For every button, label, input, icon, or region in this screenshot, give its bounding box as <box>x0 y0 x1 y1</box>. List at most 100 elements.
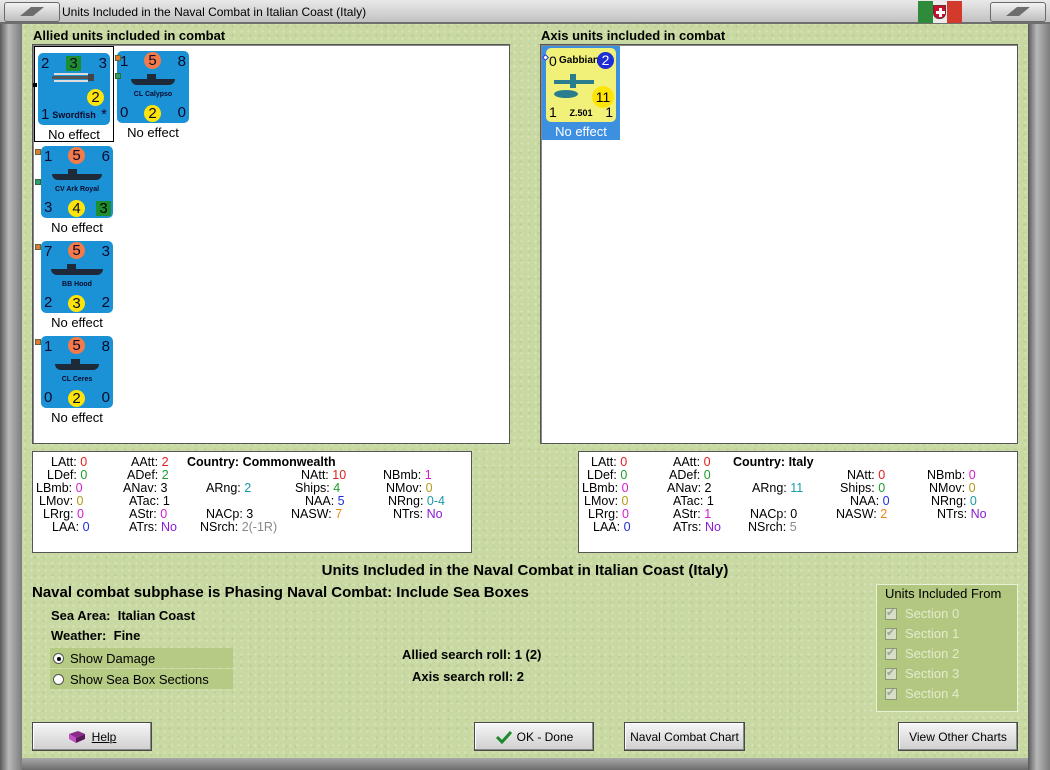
stat-top-square: 3 <box>66 56 81 71</box>
system-menu-button[interactable] <box>4 2 60 22</box>
stat-lmov: LMov: 0 <box>39 494 84 508</box>
stat-atrs: ATrs: No <box>129 520 177 534</box>
stat-nacp: NACp: 3 <box>206 507 254 521</box>
show-damage-label: Show Damage <box>70 650 156 666</box>
window-title: Units Included in the Naval Combat in It… <box>62 5 367 19</box>
section-1-checkbox[interactable]: Section 1 <box>885 626 959 641</box>
unit-swordfish[interactable]: 2 3 3 2 1 * Swordfish No effect <box>34 46 114 142</box>
radio-unselected-icon[interactable] <box>53 673 64 685</box>
help-button[interactable]: Help <box>32 722 152 751</box>
stat-tr: 8 <box>101 338 110 355</box>
stat-natt: NAtt: 0 <box>847 468 886 482</box>
section-4-checkbox[interactable]: Section 4 <box>885 686 959 701</box>
stat-bc: 3 <box>68 295 85 312</box>
unit-cv-ark-royal[interactable]: 1 5 6 CV Ark Royal 3 4 3 No effect <box>37 146 117 235</box>
show-damage-radio[interactable]: Show Damage <box>50 648 233 668</box>
stat-naa: NAA: 0 <box>850 494 890 508</box>
sea-area: Sea Area: Italian Coast <box>51 608 196 623</box>
subphase-text: Naval combat subphase is Phasing Naval C… <box>32 584 529 601</box>
axis-search-roll: Axis search roll: 2 <box>412 669 525 684</box>
stat-nbmb: NBmb: 0 <box>927 468 976 482</box>
stat-nmov: NMov: 0 <box>929 481 976 495</box>
unit-name: CL Calypso <box>133 91 173 98</box>
stat-nacp: NACp: 0 <box>750 507 798 521</box>
stat-tr: 3 <box>101 243 110 260</box>
unit-gabbiano[interactable]: 0 Gabbiano 2 11 1 Z.501 1 No effect <box>542 46 620 140</box>
stat-bc: 4 <box>68 200 85 217</box>
stat-nmov: NMov: 0 <box>386 481 433 495</box>
stat-aatt: AAtt: 2 <box>131 455 169 469</box>
stat-nsrch: NSrch: 5 <box>748 520 797 534</box>
allied-search-roll: Allied search roll: 1 (2) <box>402 647 542 662</box>
section-0-checkbox[interactable]: Section 0 <box>885 606 959 621</box>
checkbox-icon[interactable] <box>885 606 897 620</box>
stat-latt: LAtt: 0 <box>51 455 88 469</box>
stat-tl: 1 <box>120 53 129 70</box>
checkbox-icon[interactable] <box>885 686 897 700</box>
stat-br: 2 <box>101 294 110 311</box>
stat-bl: 0 <box>44 389 53 406</box>
cruiser-icon <box>55 359 99 370</box>
stat-natt: NAtt: 10 <box>301 468 347 482</box>
title-bar: Units Included in the Naval Combat in It… <box>0 0 1050 24</box>
stat-tl: 2 <box>41 55 50 72</box>
close-button[interactable] <box>990 2 1046 22</box>
unit-bb-hood[interactable]: 7 5 3 BB Hood 2 3 2 No effect <box>37 241 117 330</box>
marker-icon <box>33 83 37 87</box>
section-2-checkbox[interactable]: Section 2 <box>885 646 959 661</box>
battleship-icon <box>51 264 103 275</box>
checkbox-icon[interactable] <box>885 646 897 660</box>
ok-label: OK - Done <box>516 729 574 744</box>
stat-bc: 2 <box>144 105 161 122</box>
stat-nasw: NASW: 7 <box>291 507 343 521</box>
unit-cl-calypso[interactable]: 1 5 8 CL Calypso 0 2 0 No effect <box>113 51 193 140</box>
stat-naa: NAA: 5 <box>305 494 345 508</box>
italy-flag-icon <box>918 1 963 23</box>
stat-tc: 5 <box>68 242 85 259</box>
stat-aatt: AAtt: 0 <box>673 455 711 469</box>
unit-effect: No effect <box>127 125 179 140</box>
cruiser-icon <box>131 74 175 85</box>
stat-laa: LAA: 0 <box>52 520 90 534</box>
minimize-icon <box>20 7 44 16</box>
stat-arng: ARng: 11 <box>752 481 804 495</box>
section-3-checkbox[interactable]: Section 3 <box>885 666 959 681</box>
help-label: Help <box>91 729 117 744</box>
biplane-icon <box>52 73 94 82</box>
unit-effect: No effect <box>48 127 100 142</box>
units-included-from-group: Units Included From Section 0 Section 1 … <box>876 584 1018 712</box>
stat-ldef: LDef: 0 <box>47 468 88 482</box>
stat-tr: 8 <box>177 53 186 70</box>
radio-selected-icon[interactable] <box>53 652 64 664</box>
stat-anav: ANav: 3 <box>123 481 168 495</box>
checkbox-icon[interactable] <box>885 626 897 640</box>
stat-lrrg: LRrg: 0 <box>588 507 629 521</box>
book-icon <box>68 730 85 743</box>
show-sea-box-radio[interactable]: Show Sea Box Sections <box>50 669 233 689</box>
stat-bl: 2 <box>44 294 53 311</box>
stat-lbmb: LBmb: 0 <box>36 481 83 495</box>
unit-cl-ceres[interactable]: 1 5 8 CL Ceres 0 2 0 No effect <box>37 336 117 425</box>
allied-stats-panel: LAtt: 0 LDef: 0 LBmb: 0 LMov: 0 LRrg: 0 … <box>32 451 472 553</box>
stat-tr: 6 <box>101 148 110 165</box>
ok-done-button[interactable]: OK - Done <box>474 722 594 751</box>
stat-bc: 2 <box>68 390 85 407</box>
close-icon <box>1006 7 1030 16</box>
status-marker-icon <box>115 55 121 61</box>
stat-tc: 5 <box>68 147 85 164</box>
stat-nbmb: NBmb: 1 <box>383 468 432 482</box>
unit-effect: No effect <box>51 220 103 235</box>
stat-tc: 5 <box>144 52 161 69</box>
checkbox-icon[interactable] <box>885 666 897 680</box>
carrier-icon <box>52 169 102 180</box>
stat-ldef: LDef: 0 <box>587 468 628 482</box>
stat-astr: AStr: 0 <box>129 507 168 521</box>
stat-tl: 7 <box>44 243 53 260</box>
status-marker-icon <box>35 244 41 250</box>
stat-lbmb: LBmb: 0 <box>582 481 629 495</box>
stat-nrng: NRng: 0 <box>931 494 977 508</box>
view-other-charts-button[interactable]: View Other Charts <box>898 722 1018 751</box>
naval-combat-chart-button[interactable]: Naval Combat Chart <box>624 722 745 751</box>
allied-units-panel[interactable]: 2 3 3 2 1 * Swordfish No effect 1 5 8 CL… <box>32 44 510 444</box>
stat-br: 0 <box>101 389 110 406</box>
